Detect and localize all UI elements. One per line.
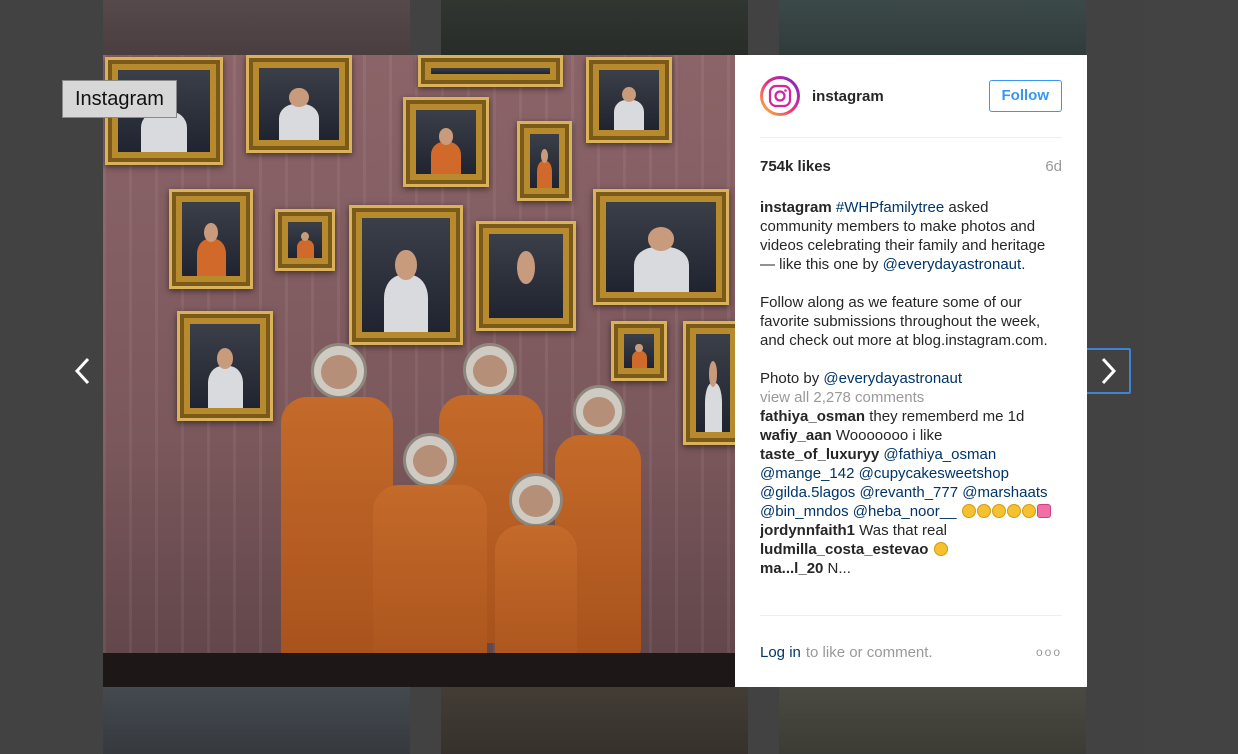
comment-text: Was that real: [855, 522, 947, 539]
comments-list[interactable]: instagram #WHPfamilytree asked community…: [760, 198, 1062, 614]
instagram-logo-icon: [768, 84, 792, 108]
comment: taste_of_luxuryy @fathiya_osman @mange_1…: [760, 445, 1062, 521]
comment-username[interactable]: wafiy_aan: [760, 427, 832, 444]
comment-username[interactable]: jordynnfaith1: [760, 522, 855, 539]
chevron-left-icon: [74, 357, 90, 385]
post-username[interactable]: instagram: [812, 88, 884, 105]
caption: instagram #WHPfamilytree asked community…: [760, 198, 1062, 274]
post-sidebar: instagram Follow 754k likes 6d instagram…: [735, 55, 1087, 687]
comment-text: Wooooooo i like: [831, 427, 943, 444]
post-age[interactable]: 6d: [1045, 158, 1062, 175]
portrait-frame: [476, 221, 576, 331]
comment-username[interactable]: fathiya_osman: [760, 408, 865, 425]
portrait-frame: [169, 189, 253, 289]
portrait-frame: [611, 321, 667, 381]
smile-emoji-icon: [976, 504, 991, 518]
comment: fathiya_osman they rememberd me 1d: [760, 407, 1062, 426]
astronaut-figure: [373, 433, 487, 683]
portrait-frame: [418, 55, 563, 87]
follow-button[interactable]: Follow: [988, 80, 1062, 112]
likes-row: 754k likes 6d: [760, 158, 1062, 175]
portrait-frame: [517, 121, 572, 201]
comment-text: they rememberd me 1d: [865, 408, 1025, 425]
portrait-frame: [177, 311, 273, 421]
portrait-frame: [683, 321, 735, 445]
heart-emoji-icon: [1036, 504, 1051, 518]
portrait-frame: [246, 55, 352, 153]
photo-floor: [103, 653, 735, 687]
view-all-comments-link[interactable]: view all 2,278 comments: [760, 388, 1062, 407]
previous-post-button[interactable]: [60, 348, 106, 394]
comment: ma...l_20 N...: [760, 559, 1062, 578]
comment-username[interactable]: ludmilla_costa_estevao: [760, 541, 928, 558]
smile-emoji-icon: [1021, 504, 1036, 518]
more-options-icon[interactable]: ooo: [1036, 645, 1062, 659]
likes-count[interactable]: 754k likes: [760, 158, 831, 175]
photo-credit-mention[interactable]: @everydayastronaut: [823, 370, 962, 387]
portrait-frame: [349, 205, 463, 345]
comment: ludmilla_costa_estevao: [760, 540, 1062, 559]
portrait-frame: [275, 209, 335, 271]
post-footer: Log in to like or comment. ooo: [760, 615, 1062, 688]
caption-paragraph: Follow along as we feature some of our f…: [760, 294, 1048, 349]
portrait-frame: [593, 189, 729, 305]
login-link[interactable]: Log in: [760, 644, 801, 661]
caption-hashtag[interactable]: #WHPfamilytree: [836, 199, 944, 216]
browser-tooltip: Instagram: [62, 80, 177, 118]
post-photo[interactable]: [103, 55, 735, 687]
photo-credit: Photo by @everydayastronaut: [760, 370, 963, 387]
thumbs-up-emoji-icon: [933, 542, 948, 556]
portrait-frame: [403, 97, 489, 187]
comment-text: N...: [823, 560, 851, 577]
caption-text: .: [1021, 256, 1026, 273]
thumbs-up-emoji-icon: [961, 504, 976, 518]
next-post-button[interactable]: [1085, 348, 1131, 394]
post-header: instagram Follow: [760, 55, 1062, 138]
chevron-right-icon: [1101, 357, 1117, 385]
comment-username[interactable]: taste_of_luxuryy: [760, 446, 879, 463]
smile-emoji-icon: [1006, 504, 1021, 518]
portrait-frame: [586, 57, 672, 143]
comment: wafiy_aan Wooooooo i like: [760, 426, 1062, 445]
post-modal: instagram Follow 754k likes 6d instagram…: [103, 55, 1087, 687]
smile-emoji-icon: [991, 504, 1006, 518]
caption-mention[interactable]: @everydayastronaut: [883, 256, 1022, 273]
avatar[interactable]: [760, 76, 800, 116]
caption-username[interactable]: instagram: [760, 199, 832, 216]
login-prompt: to like or comment.: [805, 643, 933, 661]
comment-username[interactable]: ma...l_20: [760, 560, 823, 577]
comment: jordynnfaith1 Was that real: [760, 521, 1062, 540]
